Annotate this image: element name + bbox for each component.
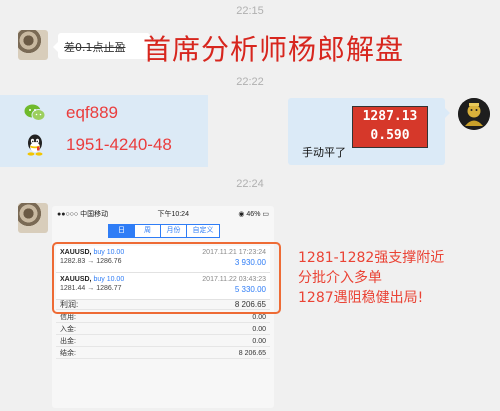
timestamp: 22:22 xyxy=(236,76,264,88)
wechat-icon xyxy=(24,104,46,121)
wechat-contact: eqf889 xyxy=(24,103,118,123)
phone-time: 下午10:24 xyxy=(157,210,189,218)
summary-deposit: 入金: 0.00 xyxy=(56,324,270,335)
lot-size: 0.590 xyxy=(370,128,410,143)
tab-custom[interactable]: 自定义 xyxy=(186,224,220,238)
phone-status-bar: ●●○○○ 中国移动 下午10:24 ◉ 46% ▭ xyxy=(52,206,274,221)
watermark-overlay: 首席分析师杨郎解盘 xyxy=(143,33,405,66)
sender-avatar[interactable] xyxy=(18,203,48,233)
message-text: 差0.1点止盈 xyxy=(64,41,126,54)
tab-day[interactable]: 日 xyxy=(108,224,135,238)
reply-bubble[interactable]: 1287.13 0.590 手动平了 xyxy=(288,98,450,165)
summary-balance: 结余: 8 206.65 xyxy=(56,348,270,359)
message-bubble[interactable]: 差0.1点止盈 xyxy=(53,33,150,59)
tab-month[interactable]: 月份 xyxy=(160,224,187,238)
analysis-note-line: 分批介入多单 xyxy=(298,270,382,286)
sender-avatar[interactable] xyxy=(18,30,48,60)
tab-week[interactable]: 周 xyxy=(134,224,161,238)
wechat-id: eqf889 xyxy=(66,103,118,122)
close-price: 1287.13 xyxy=(362,109,418,124)
qq-contact: 1951-4240-48 xyxy=(24,133,172,157)
my-avatar[interactable] xyxy=(458,98,490,130)
carrier: ●●○○○ 中国移动 xyxy=(57,210,109,218)
highlight-box xyxy=(52,242,281,314)
timestamp: 22:15 xyxy=(236,5,264,17)
contact-panel: eqf889 1951-4240-48 xyxy=(0,95,208,167)
battery-indicator: ◉ 46% ▭ xyxy=(238,210,269,218)
qq-number: 1951-4240-48 xyxy=(66,135,172,154)
analysis-note-line: 1281-1282强支撑附近 xyxy=(298,250,445,266)
period-tabs: 日 周 月份 自定义 xyxy=(108,224,274,238)
price-screenshot[interactable]: 1287.13 0.590 xyxy=(352,106,428,148)
summary-withdrawal: 出金: 0.00 xyxy=(56,336,270,347)
gold-character-icon xyxy=(458,98,490,130)
timestamp: 22:24 xyxy=(236,178,264,190)
reply-text: 手动平了 xyxy=(302,146,346,159)
analysis-note-line: 1287遇阻稳健出局! xyxy=(298,290,424,306)
qq-icon xyxy=(27,134,43,156)
